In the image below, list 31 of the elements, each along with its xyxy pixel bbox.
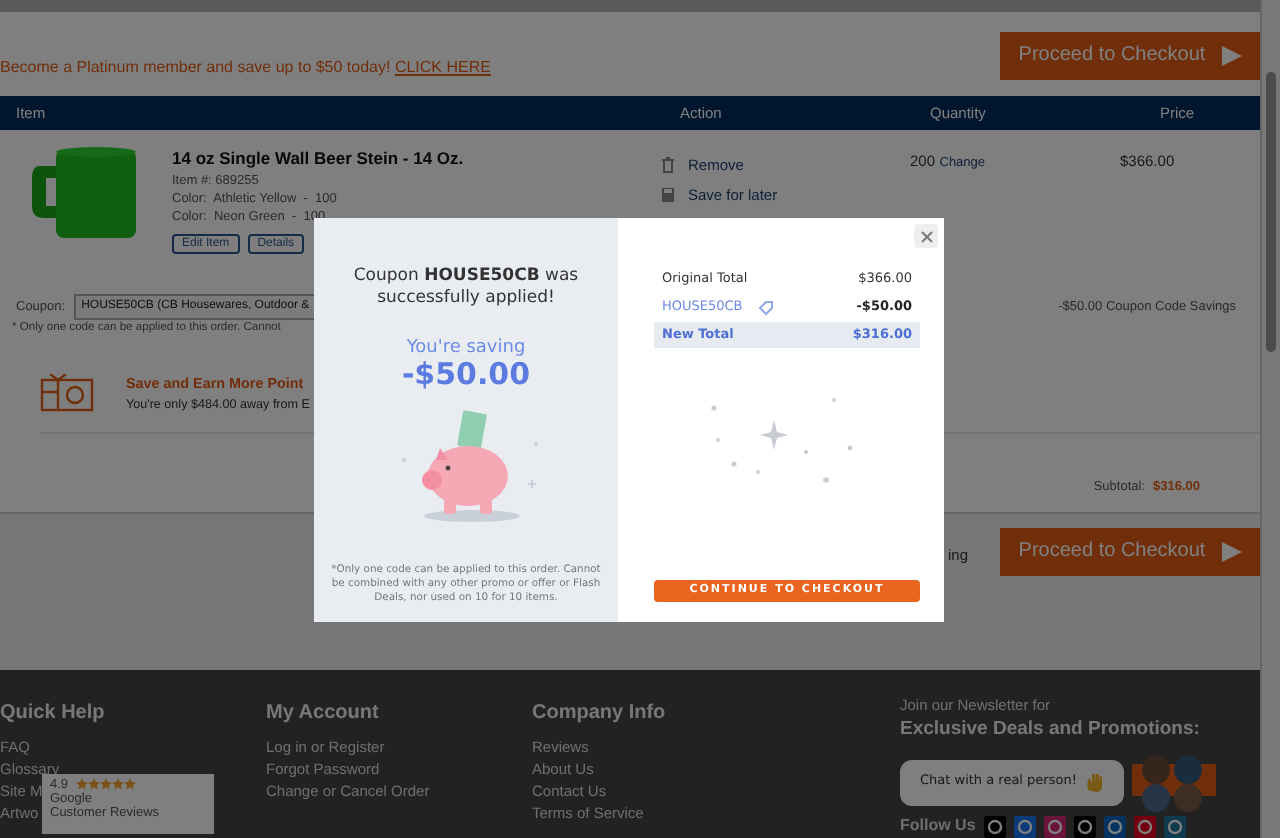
saving-amount: -$50.00 xyxy=(401,358,531,392)
social-media-icon xyxy=(983,815,1006,837)
checkout-button[interactable]: Proceed to Checkout xyxy=(1000,527,1260,576)
close-icon xyxy=(919,229,933,243)
mug-image xyxy=(28,146,140,242)
social-media-icon xyxy=(1163,815,1186,837)
product-title[interactable]: 14 oz Single Wall Beer Stein - 14 Oz. xyxy=(172,146,464,172)
social-media-icon xyxy=(1103,815,1126,837)
footer-heading: Quick Help xyxy=(0,699,107,727)
tag-icon xyxy=(758,299,775,316)
waving-hand-icon xyxy=(1084,771,1105,793)
click-here-link[interactable]: CLICK HERE xyxy=(394,57,491,76)
social-media-icon xyxy=(1133,815,1156,837)
promo-text: Become a Platinum member and save up to $50 today! CLICK HERE xyxy=(0,55,491,80)
social-media-icon xyxy=(1013,815,1036,837)
social-media-icon xyxy=(1073,815,1096,837)
gift-card-icon xyxy=(40,374,94,413)
avatar-group-drawing xyxy=(1132,752,1217,812)
scrollbar-thumb[interactable] xyxy=(1266,72,1276,352)
saving-label: You're saving xyxy=(406,340,526,359)
social-media-icon xyxy=(1043,815,1066,837)
close-button[interactable] xyxy=(914,224,938,248)
play-icon xyxy=(1221,45,1242,66)
checkout-button[interactable]: Proceed to Checkout xyxy=(1000,31,1260,80)
trash-icon xyxy=(660,156,676,175)
footer-heading: My Account xyxy=(266,699,381,727)
play-icon xyxy=(1221,541,1242,562)
follow-us-label: Follow Us xyxy=(900,814,976,838)
newsletter-title: Exclusive Deals and Promotions: xyxy=(900,715,1202,744)
footer-heading: Company Info xyxy=(532,699,668,727)
success-message: Coupon HOUSE50CB was successfully applied! xyxy=(351,266,581,309)
